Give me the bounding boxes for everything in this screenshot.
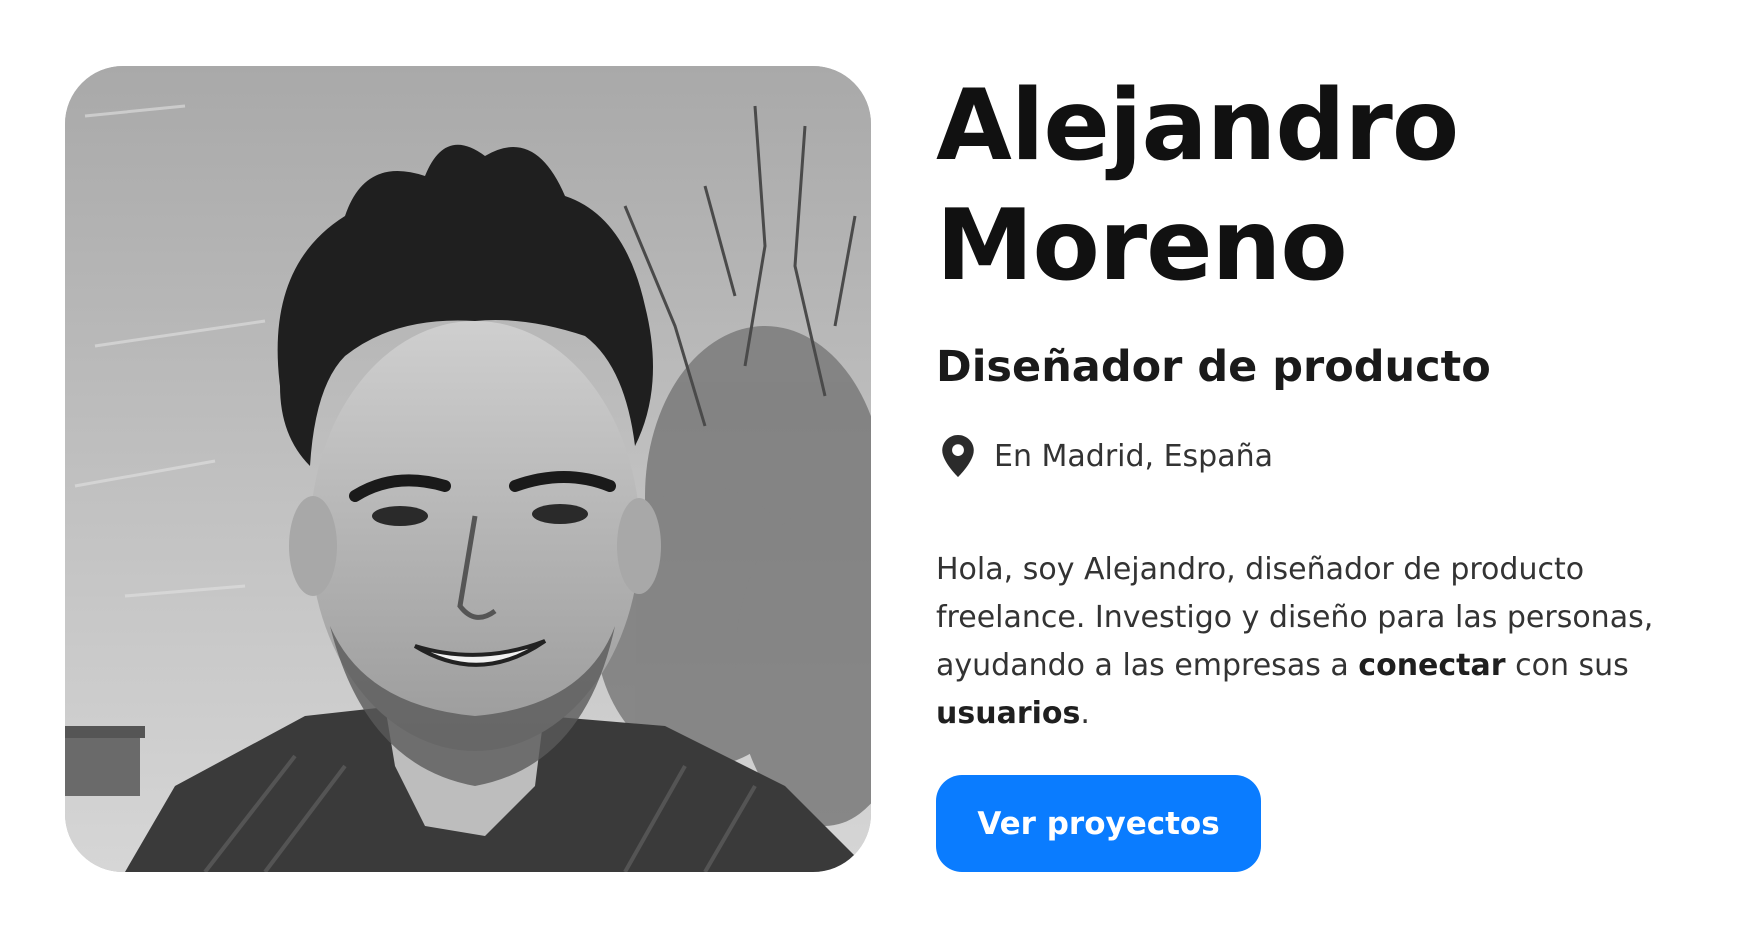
- map-pin-icon: [942, 435, 974, 477]
- last-name: Moreno: [936, 189, 1348, 303]
- bio-paragraph: Hola, soy Alejandro, diseñador de produc…: [936, 546, 1736, 738]
- profile-info: Alejandro Moreno Diseñador de producto E…: [936, 66, 1736, 768]
- profile-role: Diseñador de producto: [936, 342, 1491, 392]
- view-projects-button[interactable]: Ver proyectos: [936, 775, 1261, 872]
- bio-bold-users: usuarios: [936, 696, 1081, 731]
- location-row: En Madrid, España: [936, 435, 1736, 477]
- location-text: En Madrid, España: [994, 438, 1274, 474]
- bio-text-2: con sus: [1505, 648, 1629, 683]
- bio-bold-connect: conectar: [1358, 648, 1506, 683]
- profile-name: Alejandro Moreno: [936, 66, 1736, 306]
- bio-text-3: .: [1080, 696, 1090, 731]
- first-name: Alejandro: [936, 69, 1459, 183]
- profile-photo: [65, 66, 871, 872]
- profile-hero: Alejandro Moreno Diseñador de producto E…: [0, 0, 1761, 931]
